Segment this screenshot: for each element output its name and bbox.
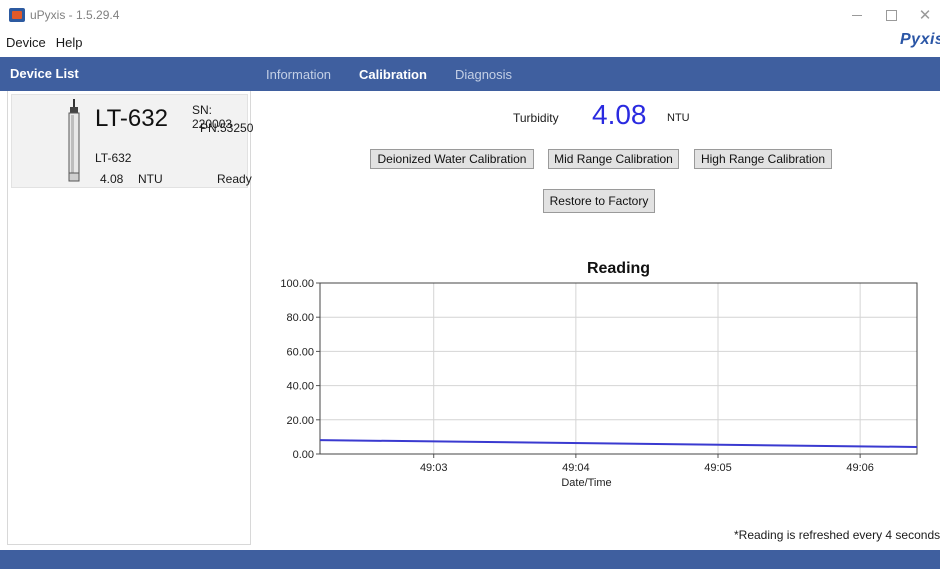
footer-band xyxy=(0,550,940,569)
minimize-button[interactable] xyxy=(842,0,872,30)
device-reading-unit: NTU xyxy=(138,172,163,186)
maximize-icon xyxy=(885,9,897,21)
close-icon: ✕ xyxy=(918,7,932,24)
reading-chart: Reading 0.00 20.00 40.00 60.00 80.00 100.00 49:… xyxy=(280,260,918,489)
device-card[interactable]: LT-632 SN: 220003 PN:53250 LT-632 4.08 N… xyxy=(11,94,253,188)
window-title: uPyxis - 1.5.29.4 xyxy=(30,8,120,22)
x-tick-label: 49:03 xyxy=(420,462,448,474)
device-name: LT-632 xyxy=(95,105,168,132)
restore-to-factory-button[interactable]: Restore to Factory xyxy=(543,189,655,213)
refresh-note: *Reading is refreshed every 4 seconds xyxy=(734,528,940,542)
sensor-probe-icon xyxy=(68,99,80,182)
y-tick-label: 20.00 xyxy=(286,415,314,427)
deionized-water-calibration-button[interactable]: Deionized Water Calibration xyxy=(370,149,534,169)
device-reading: 4.08 xyxy=(100,172,124,186)
x-tick-label: 49:06 xyxy=(846,462,874,474)
reading-series-line xyxy=(319,439,918,448)
mid-range-calibration-button[interactable]: Mid Range Calibration xyxy=(548,149,679,169)
y-tick-label: 60.00 xyxy=(286,346,314,358)
y-tick-label: 0.00 xyxy=(293,449,314,461)
menu-device[interactable]: Device xyxy=(6,35,46,50)
device-list-panel: LT-632 SN: 220003 PN:53250 LT-632 4.08 N… xyxy=(7,91,253,545)
plot-frame xyxy=(319,282,918,455)
maximize-button[interactable] xyxy=(876,0,906,30)
x-tick-label: 49:04 xyxy=(562,462,590,474)
chart-title: Reading xyxy=(587,260,650,277)
high-range-calibration-button[interactable]: High Range Calibration xyxy=(694,149,832,169)
device-model: LT-632 xyxy=(95,151,132,165)
tab-diagnosis[interactable]: Diagnosis xyxy=(455,67,512,82)
turbidity-value: 4.08 xyxy=(592,99,647,130)
device-status: Ready xyxy=(217,172,252,186)
y-tick-label: 100.00 xyxy=(280,278,314,290)
part-number: PN:53250 xyxy=(200,121,254,135)
minimize-icon xyxy=(852,14,862,16)
app-icon xyxy=(9,8,25,22)
tab-information[interactable]: Information xyxy=(266,67,331,82)
x-axis-label: Date/Time xyxy=(561,477,611,489)
tab-bar: Information Calibration Diagnosis xyxy=(266,57,540,91)
y-tick-label: 40.00 xyxy=(286,381,314,393)
close-button[interactable]: ✕ xyxy=(910,0,940,30)
header-band: Device List Information Calibration Diag… xyxy=(0,57,940,91)
device-list-title: Device List xyxy=(10,66,79,81)
turbidity-label: Turbidity xyxy=(513,111,559,125)
tab-calibration[interactable]: Calibration xyxy=(359,67,427,82)
x-tick-label: 49:05 xyxy=(704,462,732,474)
title-bar: uPyxis - 1.5.29.4 ✕ xyxy=(0,0,940,30)
menu-bar: Device Help Pyxis xyxy=(0,30,940,54)
y-tick-label: 80.00 xyxy=(286,312,314,324)
turbidity-unit: NTU xyxy=(667,112,690,124)
brand-logo: Pyxis xyxy=(900,31,940,48)
menu-help[interactable]: Help xyxy=(56,35,83,50)
